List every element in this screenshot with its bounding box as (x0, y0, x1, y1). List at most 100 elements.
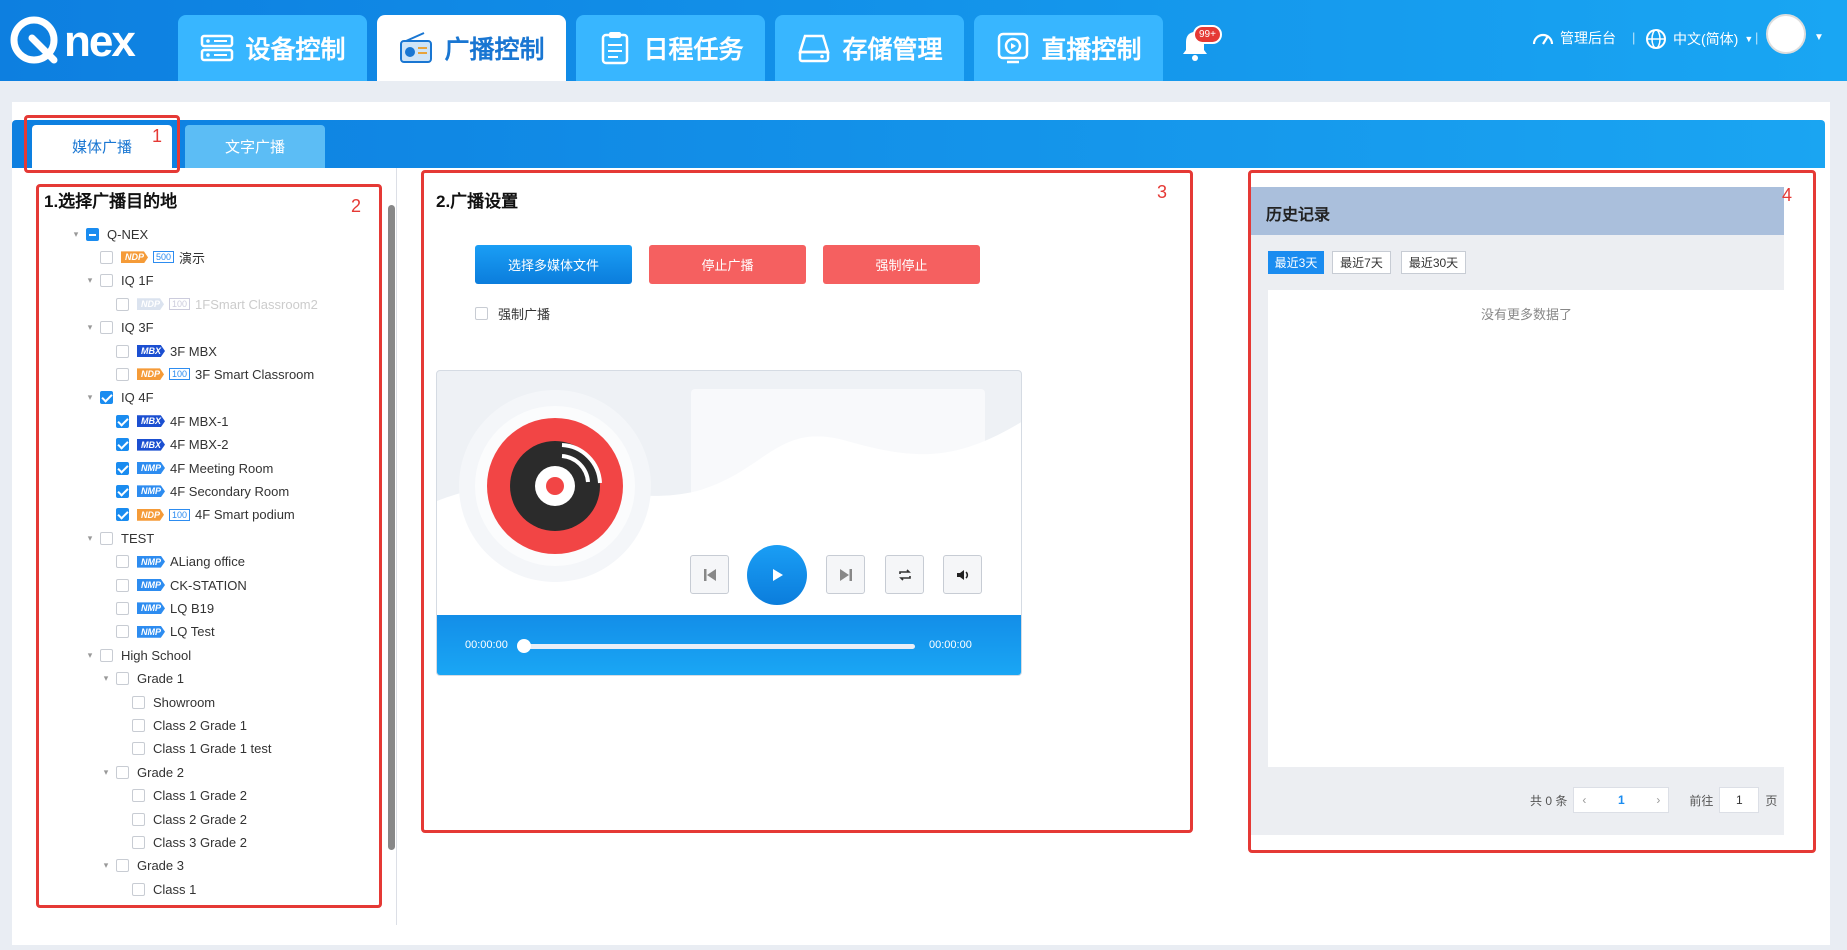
tree-node[interactable]: ▾ Q-NEX (70, 224, 148, 244)
tree-node[interactable]: Class 2 Grade 1 (116, 715, 247, 735)
expand-caret-icon[interactable]: ▾ (84, 322, 96, 333)
range-3-days-button[interactable]: 最近3天 (1268, 251, 1324, 274)
goto-page-input[interactable]: 1 (1719, 787, 1760, 813)
tree-node[interactable]: Class 1 Grade 1 test (116, 739, 272, 759)
tree-node-checkbox[interactable] (132, 695, 145, 709)
tree-node-checkbox[interactable] (116, 344, 129, 358)
user-avatar[interactable] (1766, 14, 1806, 54)
tree-node-checkbox[interactable] (116, 672, 129, 686)
tree-node[interactable]: NMP LQ B19 (100, 598, 214, 618)
tree-node[interactable]: NMP 4F Secondary Room (100, 481, 289, 501)
expand-caret-icon[interactable]: ▾ (84, 650, 96, 661)
admin-link[interactable]: 管理后台 (1532, 28, 1616, 48)
tree-node[interactable]: NMP CK-STATION (100, 575, 247, 595)
tree-node-checkbox[interactable] (116, 438, 129, 452)
tab-media-broadcast[interactable]: 媒体广播 (32, 125, 172, 168)
select-media-button[interactable]: 选择多媒体文件 (475, 245, 632, 284)
tree-node-checkbox[interactable] (132, 789, 145, 803)
range-7-days-button[interactable]: 最近7天 (1332, 251, 1391, 274)
tree-node[interactable]: ▾ High School (84, 645, 191, 665)
tree-node[interactable]: MBX 4F MBX-2 (100, 435, 229, 455)
tree-node-checkbox[interactable] (116, 601, 129, 615)
tab-text-broadcast[interactable]: 文字广播 (185, 125, 325, 168)
tree-node-checkbox[interactable] (116, 578, 129, 592)
expand-caret-icon[interactable]: ▾ (100, 767, 112, 778)
tree-node-checkbox[interactable] (116, 555, 129, 569)
tree-node[interactable]: NDP 500 演示 (84, 247, 205, 267)
tree-node-checkbox[interactable] (116, 484, 129, 498)
tree-node[interactable]: ▾ IQ 4F (84, 388, 154, 408)
language-selector[interactable]: 中文(简体) ▼ (1645, 28, 1753, 50)
chevron-down-icon[interactable]: ▼ (1814, 32, 1824, 43)
next-page-icon[interactable]: › (1656, 793, 1660, 807)
tree-node-checkbox[interactable] (86, 227, 99, 241)
tree-node[interactable]: MBX 4F MBX-1 (100, 411, 229, 431)
tree-node[interactable]: NDP 100 4F Smart podium (100, 505, 295, 525)
tree-node-checkbox[interactable] (132, 812, 145, 826)
tree-node-checkbox[interactable] (116, 859, 129, 873)
tree-node[interactable]: ▾ Grade 3 (100, 856, 184, 876)
range-30-days-button[interactable]: 最近30天 (1401, 251, 1466, 274)
progress-track[interactable] (525, 644, 915, 649)
tree-node[interactable]: NMP 4F Meeting Room (100, 458, 273, 478)
nav-tab-storage-management[interactable]: 存储管理 (775, 15, 964, 81)
force-broadcast-option[interactable]: 强制广播 (475, 304, 550, 323)
tree-node-checkbox[interactable] (116, 765, 129, 779)
expand-caret-icon[interactable]: ▾ (84, 533, 96, 544)
tree-node-checkbox[interactable] (116, 461, 129, 475)
nav-tab-live-control[interactable]: 直播控制 (974, 15, 1163, 81)
tree-node-checkbox[interactable] (116, 367, 129, 381)
tree-node[interactable]: NDP 100 1FSmart Classroom2 (100, 294, 318, 314)
tree-node[interactable]: ▾ TEST (84, 528, 155, 548)
next-track-button[interactable] (826, 555, 865, 594)
tree-node-checkbox[interactable] (132, 742, 145, 756)
tree-node[interactable]: Class 1 (116, 879, 196, 899)
tree-node[interactable]: ▾ Grade 2 (100, 762, 184, 782)
nav-tab-schedule-tasks[interactable]: 日程任务 (576, 15, 765, 81)
tree-node-checkbox[interactable] (116, 297, 129, 311)
tree-node-checkbox[interactable] (132, 835, 145, 849)
stop-broadcast-button[interactable]: 停止广播 (649, 245, 806, 284)
tree-node[interactable]: MBX 3F MBX (100, 341, 217, 361)
expand-caret-icon[interactable]: ▾ (100, 673, 112, 684)
tree-node-checkbox[interactable] (100, 648, 113, 662)
prev-page-icon[interactable]: ‹ (1582, 793, 1586, 807)
tree-node[interactable]: ▾ IQ 1F (84, 271, 154, 291)
tree-node-checkbox[interactable] (116, 414, 129, 428)
tree-node-checkbox[interactable] (116, 625, 129, 639)
tree-node-checkbox[interactable] (132, 882, 145, 896)
live-camera-icon (998, 32, 1029, 64)
tree-node[interactable]: NMP LQ Test (100, 622, 215, 642)
nav-tab-device-control[interactable]: 设备控制 (178, 15, 367, 81)
current-page[interactable]: 1 (1618, 793, 1625, 807)
tree-node[interactable]: Class 1 Grade 2 (116, 786, 247, 806)
tree-node-checkbox[interactable] (100, 250, 113, 264)
tree-node-checkbox[interactable] (100, 391, 113, 405)
tree-node[interactable]: NMP ALiang office (100, 552, 245, 572)
repeat-button[interactable] (885, 555, 924, 594)
tree-node-checkbox[interactable] (116, 508, 129, 522)
tree-node-checkbox[interactable] (100, 531, 113, 545)
tree-node[interactable]: NDP 100 3F Smart Classroom (100, 364, 314, 384)
tree-node-checkbox[interactable] (100, 274, 113, 288)
tree-node[interactable]: ▾ Grade 1 (100, 669, 184, 689)
progress-handle[interactable] (517, 639, 531, 653)
volume-button[interactable] (943, 555, 982, 594)
tree-node[interactable]: Showroom (116, 692, 215, 712)
tree-node-checkbox[interactable] (132, 718, 145, 732)
tree-scrollbar[interactable] (388, 205, 395, 850)
tree-node[interactable]: Class 2 Grade 2 (116, 809, 247, 829)
force-broadcast-checkbox[interactable] (475, 307, 488, 320)
previous-track-button[interactable] (690, 555, 729, 594)
force-stop-button[interactable]: 强制停止 (823, 245, 980, 284)
tree-node[interactable]: Class 3 Grade 2 (116, 832, 247, 852)
qnex-logo[interactable]: nex (10, 14, 160, 66)
tree-node-checkbox[interactable] (100, 321, 113, 335)
tree-node[interactable]: ▾ IQ 3F (84, 318, 154, 338)
expand-caret-icon[interactable]: ▾ (84, 392, 96, 403)
expand-caret-icon[interactable]: ▾ (100, 860, 112, 871)
nav-tab-broadcast-control[interactable]: 广播控制 (377, 15, 566, 81)
play-button[interactable] (747, 545, 807, 605)
expand-caret-icon[interactable]: ▾ (84, 275, 96, 286)
expand-caret-icon[interactable]: ▾ (70, 229, 82, 240)
